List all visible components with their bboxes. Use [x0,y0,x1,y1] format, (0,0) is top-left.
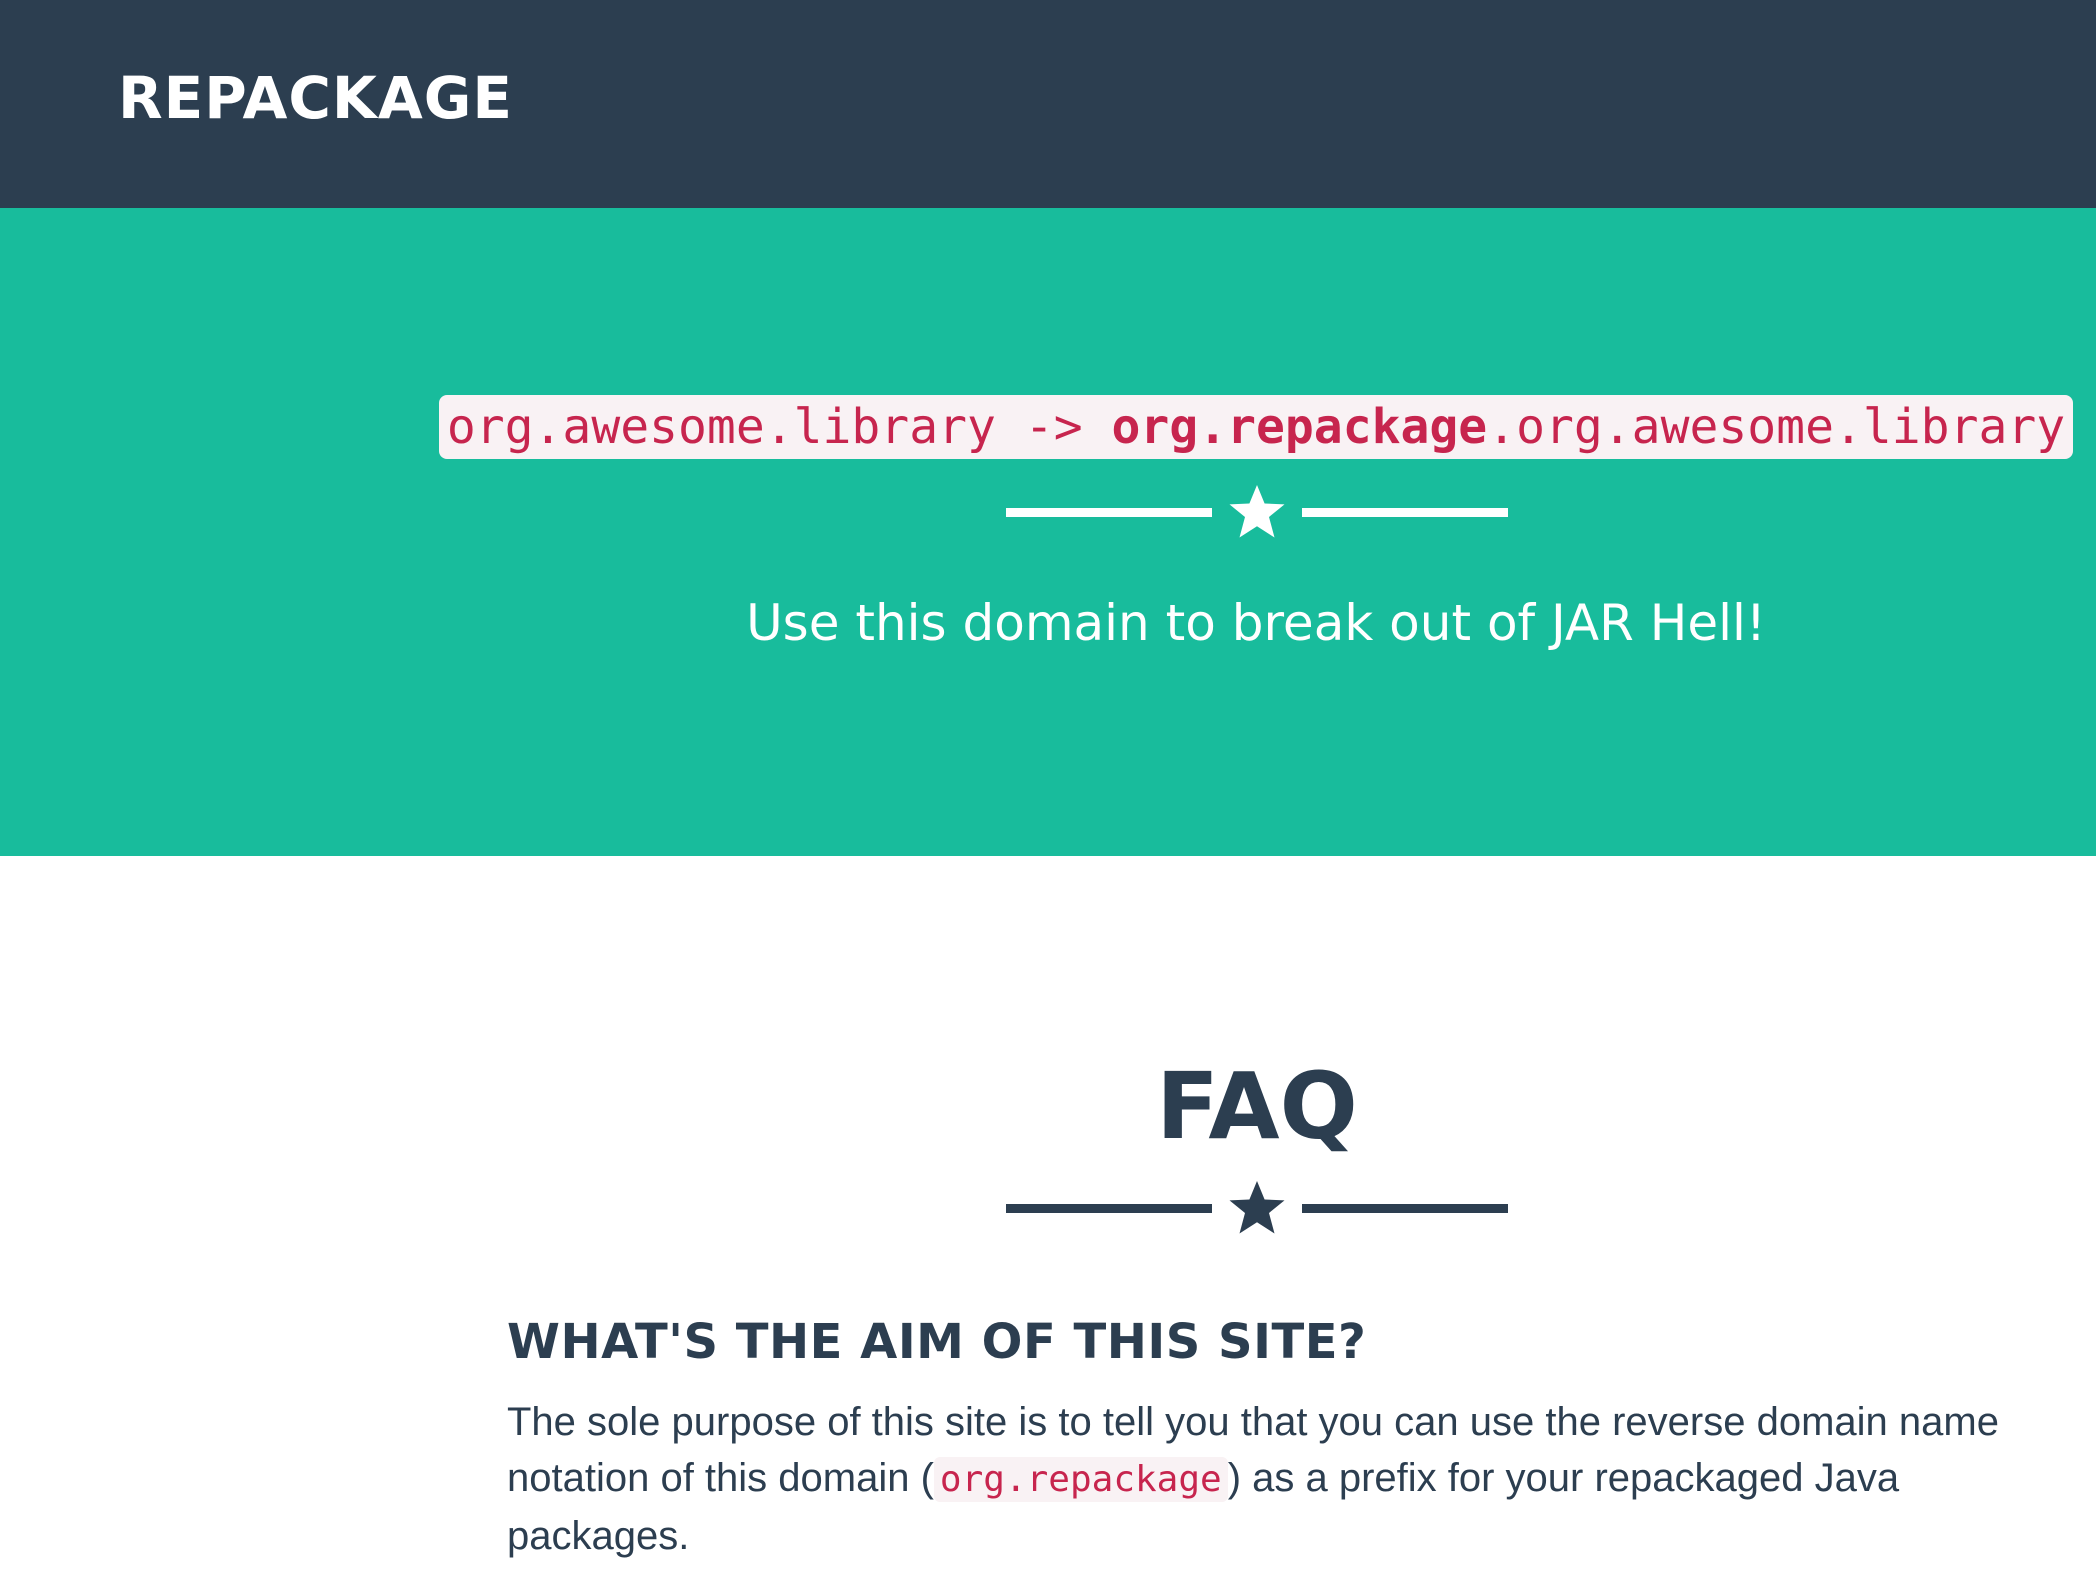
hero-tagline: Use this domain to break out of JAR Hell… [746,594,1766,652]
brand-logo-link[interactable]: REPACKAGE [118,58,513,138]
faq-title: FAQ [1156,1053,1358,1160]
star-icon [1229,485,1285,538]
star-icon [1229,1181,1285,1234]
hero-section: org.awesome.library -> org.repackage.org… [0,208,2096,856]
navbar: REPACKAGE [0,0,2096,208]
hero-star-divider [1006,482,1508,542]
divider-line-right [1302,508,1508,517]
divider-line-right [1302,1204,1508,1213]
code-repackage-prefix: org.repackage [1111,399,1488,455]
code-original-suffix: .org.awesome.library [1487,399,2066,455]
divider-line-left [1006,508,1212,517]
hero-code-container: org.awesome.library -> org.repackage.org… [0,395,2096,459]
hero-code-example: org.awesome.library -> org.repackage.org… [438,395,2074,459]
code-arrow: -> [995,399,1112,455]
faq-answer: The sole purpose of this site is to tell… [507,1394,2007,1564]
faq-star-divider [1006,1178,1508,1238]
divider-line-left [1006,1204,1212,1213]
faq-question: WHAT'S THE AIM OF THIS SITE? [507,1314,1367,1370]
faq-answer-code: org.repackage [933,1457,1228,1502]
code-original-package: org.awesome.library [446,399,996,455]
